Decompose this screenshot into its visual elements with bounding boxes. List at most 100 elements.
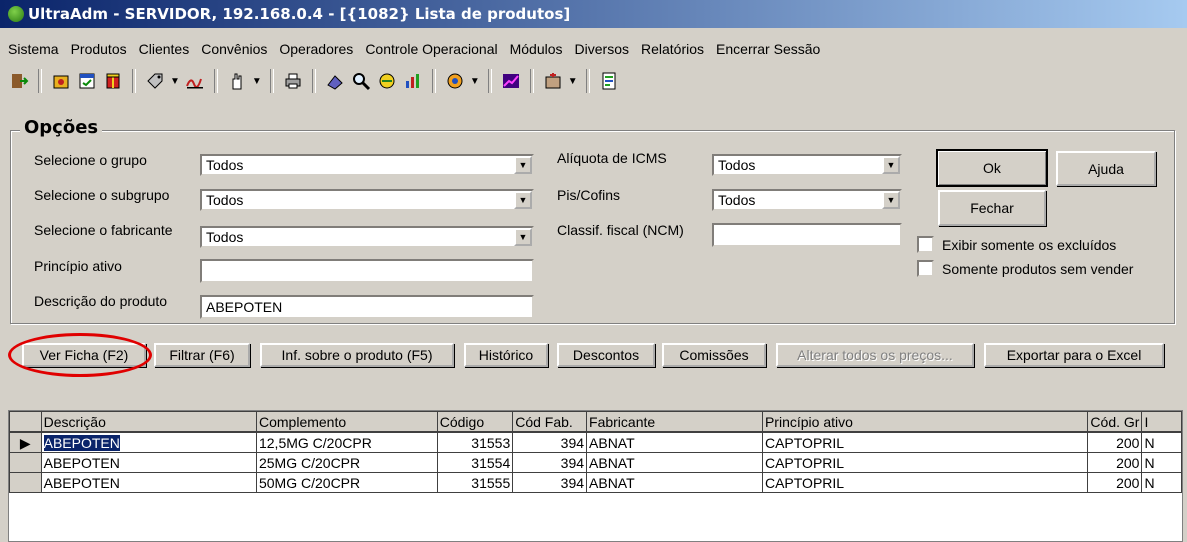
signature-icon[interactable] bbox=[184, 70, 206, 92]
menu-diversos[interactable]: Diversos bbox=[569, 38, 635, 60]
app-icon bbox=[8, 6, 24, 22]
table-cell[interactable]: ABNAT bbox=[586, 472, 763, 493]
chevron-down-icon[interactable]: ▼ bbox=[514, 156, 532, 174]
chevron-down-icon[interactable]: ▼ bbox=[882, 191, 900, 209]
manufacturer-label: Selecione o fabricante bbox=[34, 222, 173, 238]
table-cell[interactable]: 394 bbox=[512, 472, 588, 493]
pharmacy-icon[interactable] bbox=[542, 70, 564, 92]
gift-icon[interactable] bbox=[102, 70, 124, 92]
title-bar: UltraAdm - SERVIDOR, 192.168.0.4 - [{108… bbox=[0, 0, 1187, 28]
chevron-down-icon[interactable]: ▼ bbox=[470, 76, 480, 87]
exit-icon[interactable] bbox=[8, 70, 30, 92]
product-info-button[interactable]: Inf. sobre o produto (F5) bbox=[260, 343, 454, 367]
pill-icon[interactable] bbox=[376, 70, 398, 92]
table-cell[interactable]: 200 bbox=[1087, 452, 1143, 473]
book-icon[interactable] bbox=[324, 70, 346, 92]
package-icon[interactable] bbox=[50, 70, 72, 92]
column-header[interactable]: Princípio ativo bbox=[761, 411, 1089, 433]
table-cell[interactable]: CAPTOPRIL bbox=[761, 472, 1089, 493]
discounts-button[interactable]: Descontos bbox=[557, 343, 655, 367]
excluded-only-checkbox[interactable]: Exibir somente os excluídos bbox=[917, 236, 1116, 253]
table-cell[interactable]: ABEPOTEN bbox=[40, 431, 257, 453]
chevron-down-icon[interactable]: ▼ bbox=[882, 156, 900, 174]
table-row[interactable]: ABEPOTEN 50MG C/20CPR 31555 394 ABNAT CA… bbox=[9, 472, 1182, 493]
manufacturer-select[interactable]: Todos ▼ bbox=[200, 226, 534, 248]
table-cell[interactable]: N bbox=[1141, 452, 1182, 473]
column-header[interactable]: Cód Fab. bbox=[512, 411, 588, 433]
checkbox-box[interactable] bbox=[917, 236, 934, 253]
menu-modulos[interactable]: Módulos bbox=[504, 38, 569, 60]
chevron-down-icon[interactable]: ▼ bbox=[568, 76, 578, 87]
column-header[interactable]: Cód. Gr bbox=[1087, 411, 1143, 433]
menu-produtos[interactable]: Produtos bbox=[65, 38, 133, 60]
table-cell[interactable]: 31555 bbox=[436, 472, 514, 493]
chart-icon[interactable] bbox=[402, 70, 424, 92]
table-cell[interactable]: 25MG C/20CPR bbox=[255, 452, 438, 473]
table-cell[interactable]: 200 bbox=[1087, 472, 1143, 493]
filter-button[interactable]: Filtrar (F6) bbox=[154, 343, 250, 367]
magnifier-icon[interactable] bbox=[350, 70, 372, 92]
description-input[interactable]: ABEPOTEN bbox=[200, 295, 534, 319]
chevron-down-icon[interactable]: ▼ bbox=[252, 76, 262, 87]
active-ingredient-input[interactable] bbox=[200, 259, 534, 283]
menu-controle-operacional[interactable]: Controle Operacional bbox=[359, 38, 503, 60]
tag-icon[interactable] bbox=[144, 70, 166, 92]
hand-icon[interactable] bbox=[226, 70, 248, 92]
checkbox-box[interactable] bbox=[917, 260, 934, 277]
not-sold-checkbox[interactable]: Somente produtos sem vender bbox=[917, 260, 1133, 277]
table-cell[interactable]: ABNAT bbox=[586, 452, 763, 473]
table-cell[interactable]: CAPTOPRIL bbox=[761, 452, 1089, 473]
table-cell[interactable]: 31554 bbox=[436, 452, 514, 473]
icms-select[interactable]: Todos ▼ bbox=[712, 154, 902, 176]
table-cell[interactable]: 394 bbox=[512, 431, 588, 453]
table-row[interactable]: ▶ ABEPOTEN 12,5MG C/20CPR 31553 394 ABNA… bbox=[9, 431, 1182, 453]
menu-convenios[interactable]: Convênios bbox=[195, 38, 273, 60]
column-header[interactable]: Fabricante bbox=[586, 411, 763, 433]
table-row[interactable]: ABEPOTEN 25MG C/20CPR 31554 394 ABNAT CA… bbox=[9, 452, 1182, 473]
help-button[interactable]: Ajuda bbox=[1056, 151, 1156, 186]
table-cell[interactable]: N bbox=[1141, 472, 1182, 493]
menu-clientes[interactable]: Clientes bbox=[133, 38, 196, 60]
medicine-icon[interactable] bbox=[444, 70, 466, 92]
ok-button[interactable]: Ok bbox=[936, 149, 1048, 187]
column-header[interactable]: Descrição bbox=[40, 411, 257, 433]
selected-cell-text: ABEPOTEN bbox=[43, 434, 120, 451]
toolbar-separator bbox=[269, 69, 274, 93]
table-cell[interactable]: CAPTOPRIL bbox=[761, 431, 1089, 453]
column-header[interactable]: Complemento bbox=[255, 411, 438, 433]
commissions-label: Comissões bbox=[679, 347, 749, 363]
chevron-down-icon[interactable]: ▼ bbox=[514, 228, 532, 246]
group-label: Selecione o grupo bbox=[34, 152, 147, 168]
table-cell[interactable]: 200 bbox=[1087, 431, 1143, 453]
table-cell[interactable]: ABEPOTEN bbox=[40, 472, 257, 493]
products-grid[interactable]: Descrição Complemento Código Cód Fab. Fa… bbox=[8, 410, 1183, 542]
pis-cofins-select[interactable]: Todos ▼ bbox=[712, 189, 902, 211]
table-cell[interactable]: ABNAT bbox=[586, 431, 763, 453]
printer-icon[interactable] bbox=[282, 70, 304, 92]
history-button[interactable]: Histórico bbox=[464, 343, 548, 367]
menu-encerrar-sessao[interactable]: Encerrar Sessão bbox=[710, 38, 826, 60]
column-header[interactable]: I bbox=[1141, 411, 1182, 433]
table-cell[interactable]: 394 bbox=[512, 452, 588, 473]
table-cell[interactable]: ABEPOTEN bbox=[40, 452, 257, 473]
menu-sistema[interactable]: Sistema bbox=[0, 38, 65, 60]
column-header[interactable]: Código bbox=[436, 411, 514, 433]
close-button[interactable]: Fechar bbox=[938, 190, 1046, 226]
change-all-prices-button: Alterar todos os preços... bbox=[776, 343, 974, 367]
subgroup-select[interactable]: Todos ▼ bbox=[200, 189, 534, 211]
chevron-down-icon[interactable]: ▼ bbox=[514, 191, 532, 209]
export-excel-button[interactable]: Exportar para o Excel bbox=[984, 343, 1164, 367]
menu-relatorios[interactable]: Relatórios bbox=[635, 38, 710, 60]
table-cell[interactable]: 12,5MG C/20CPR bbox=[255, 431, 438, 453]
table-cell[interactable]: 50MG C/20CPR bbox=[255, 472, 438, 493]
group-select[interactable]: Todos ▼ bbox=[200, 154, 534, 176]
ncm-input[interactable] bbox=[712, 223, 902, 247]
commissions-button[interactable]: Comissões bbox=[662, 343, 766, 367]
calendar-icon[interactable] bbox=[76, 70, 98, 92]
chevron-down-icon[interactable]: ▼ bbox=[170, 76, 180, 87]
table-cell[interactable]: 31553 bbox=[436, 431, 514, 453]
report-icon[interactable] bbox=[598, 70, 620, 92]
trend-chart-icon[interactable] bbox=[500, 70, 522, 92]
table-cell[interactable]: N bbox=[1141, 431, 1182, 453]
menu-operadores[interactable]: Operadores bbox=[273, 38, 359, 60]
